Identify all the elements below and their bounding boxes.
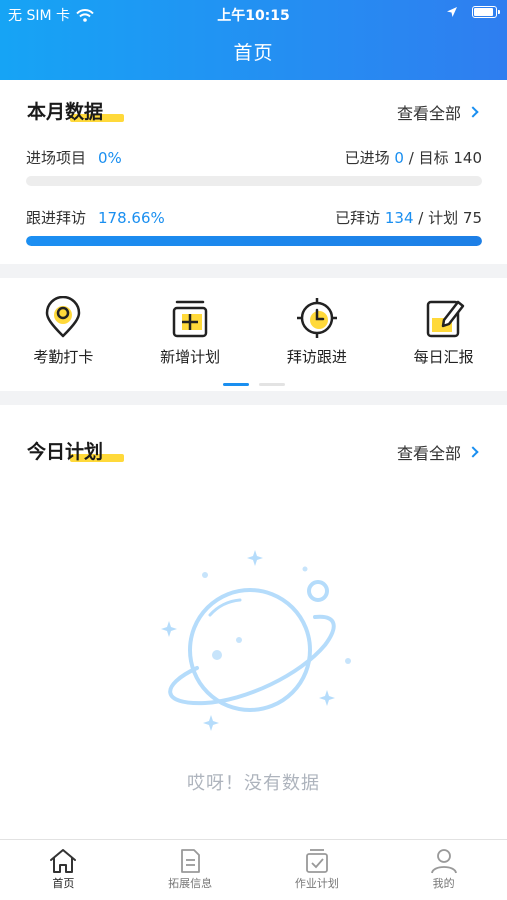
location-arrow-icon [447,7,457,17]
view-all-label: 查看全部 [396,104,461,123]
today-plan-card: 今日计划 查看全部 哎呀！没有数据 [0,405,507,839]
visits-progress-bar [26,236,482,246]
tab-label: 拓展信息 [168,877,213,890]
visits-label: 跟进拜访 [26,209,87,227]
status-time: 上午10:15 [217,8,290,24]
visits-progress-fill [26,236,482,246]
checklist-icon [305,849,328,873]
entered-percent: 0% [98,149,122,167]
action-attendance-checkin[interactable]: 考勤打卡 [0,296,127,367]
status-bar: 无 SIM 卡 上午10:15 [0,0,507,28]
month-view-all-link[interactable]: 查看全部 [396,100,479,124]
tab-label: 首页 [52,877,75,890]
tab-mine[interactable]: 我的 [380,840,507,900]
entered-done-value: 0 [394,149,404,167]
tab-work-plan[interactable]: 作业计划 [254,840,381,900]
action-daily-report[interactable]: 每日汇报 [380,296,507,367]
tab-home[interactable]: 首页 [0,840,127,900]
location-pin-icon [46,296,81,338]
tab-label: 作业计划 [294,877,339,890]
page-title: 首页 [233,42,274,64]
chevron-right-icon [467,106,479,118]
empty-planet-illustration [161,550,351,731]
visits-target-label: / 计划 [418,209,459,227]
edit-report-icon [426,300,464,338]
action-label: 拜访跟进 [286,348,347,366]
visits-target-value: 75 [462,209,482,227]
battery-icon [472,6,500,18]
today-plan-title: 今日计划 [27,441,104,463]
home-icon [50,849,77,873]
action-label: 考勤打卡 [33,348,94,366]
tab-expand-info[interactable]: 拓展信息 [127,840,254,900]
empty-state-text: 哎呀！没有数据 [187,773,320,794]
today-view-all-link[interactable]: 查看全部 [396,440,479,464]
tab-label: 我的 [432,877,455,890]
view-all-label: 查看全部 [396,444,461,463]
action-add-plan[interactable]: 新增计划 [127,296,254,367]
quick-actions-card: 考勤打卡 新增计划 拜访跟进 每日汇报 [0,278,507,391]
header-bar: 无 SIM 卡 上午10:15 首页 [0,0,507,80]
add-plan-icon [172,300,208,338]
pager-dots [0,383,507,386]
action-label: 每日汇报 [413,348,474,366]
month-data-card: 本月数据 查看全部 进场项目 0% 已进场 0 / 目标 140 跟进拜访 178.… [0,80,507,264]
entered-done-label: 已进场 [344,149,390,167]
chevron-right-icon [467,446,479,458]
bottom-tab-bar: 首页 拓展信息 作业计划 我的 [0,839,507,900]
entered-label: 进场项目 [26,149,87,167]
visits-percent: 178.66% [98,209,165,227]
entered-target-value: 140 [453,149,482,167]
target-clock-icon [296,298,337,338]
pager-dot[interactable] [258,383,285,386]
entered-target-label: / 目标 [408,149,449,167]
document-icon [181,849,201,873]
action-label: 新增计划 [160,348,221,366]
user-icon [430,849,457,874]
action-visit-followup[interactable]: 拜访跟进 [254,296,381,367]
month-data-title: 本月数据 [27,101,104,123]
entered-progress-bar [26,176,482,186]
visits-done-label: 已拜访 [335,209,381,227]
pager-dot-active[interactable] [222,383,249,386]
visits-done-value: 134 [384,209,414,227]
